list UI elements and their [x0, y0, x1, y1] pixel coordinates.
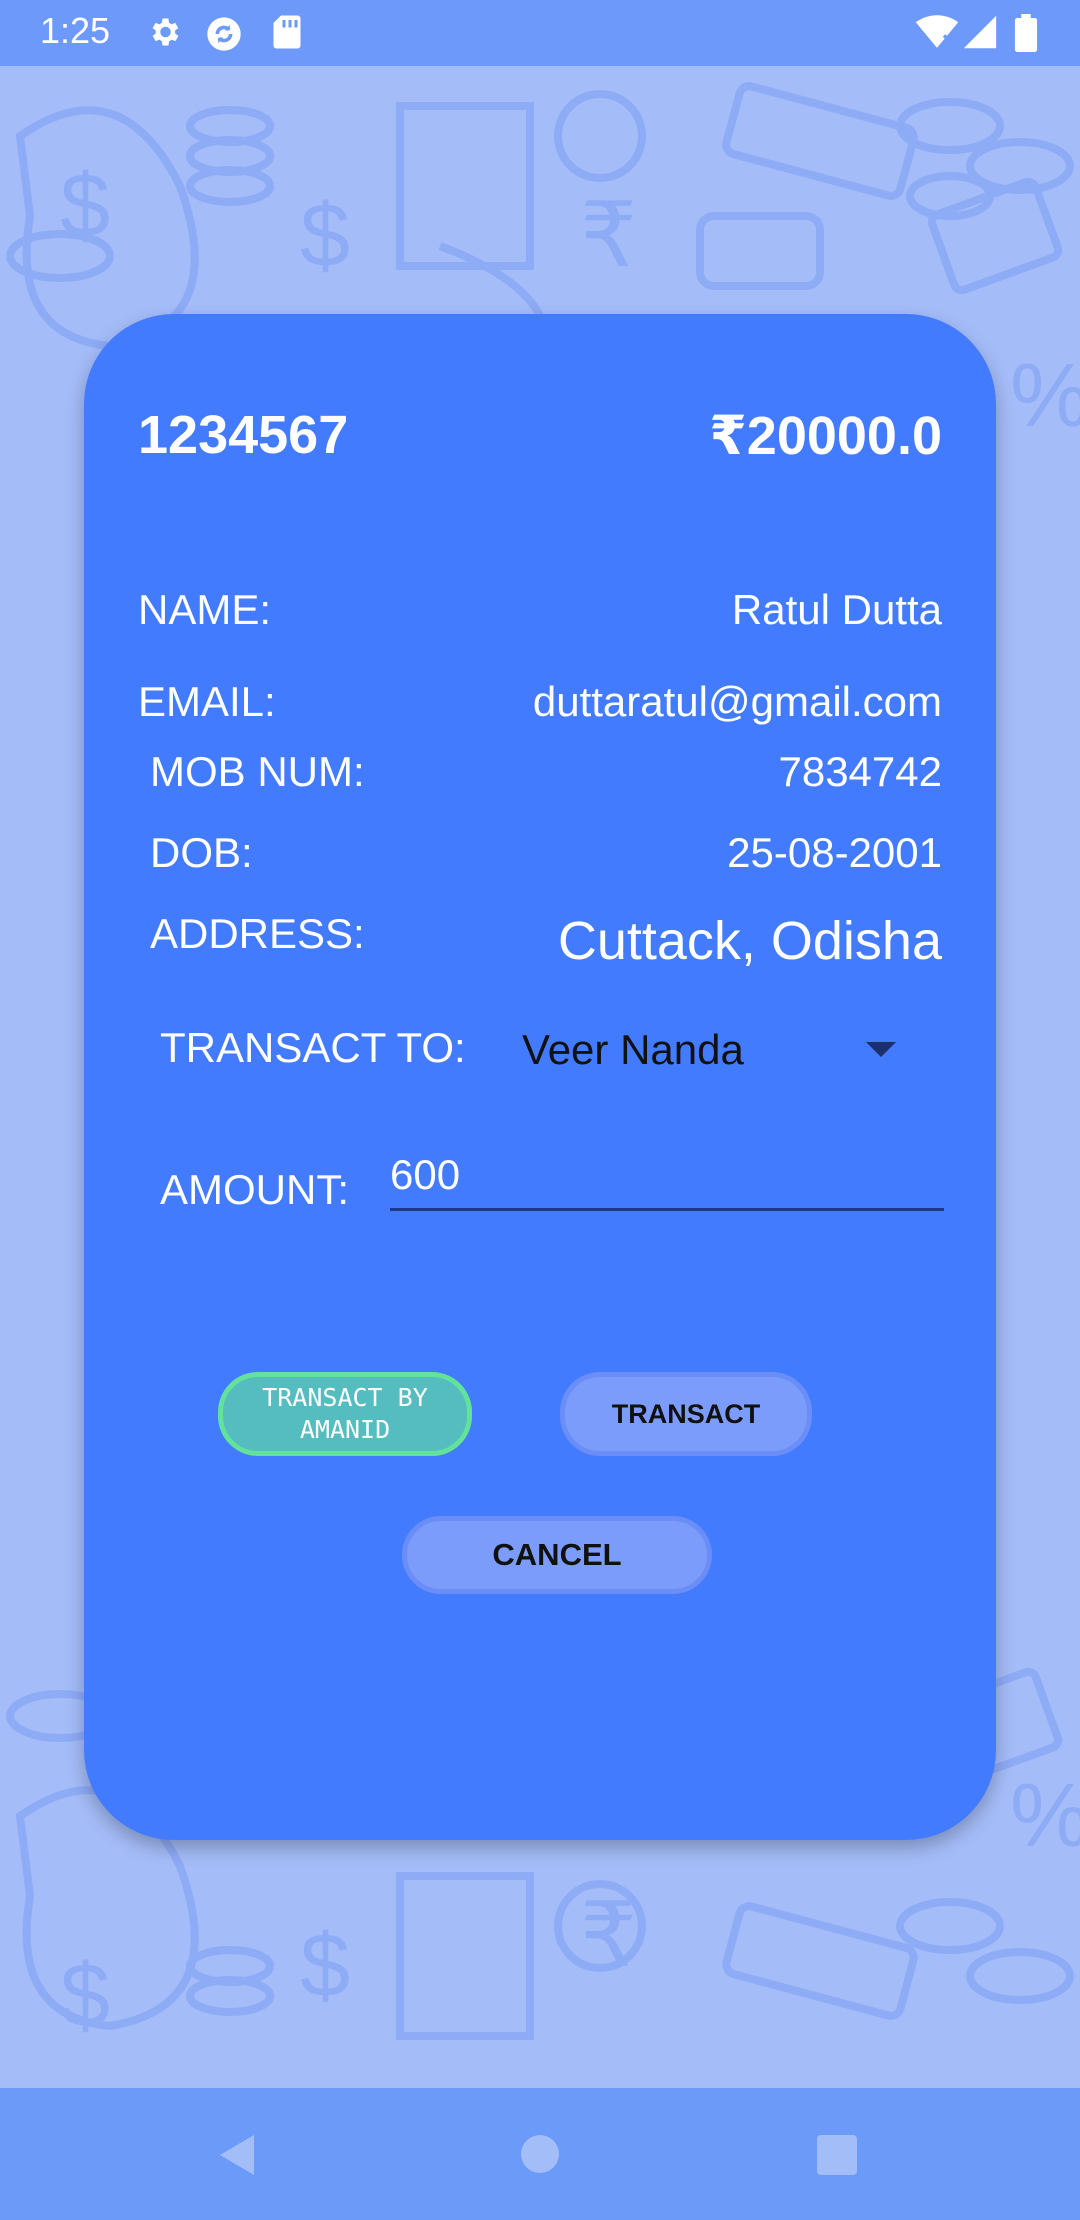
chevron-down-icon — [866, 1042, 896, 1057]
email-label: EMAIL: — [138, 678, 276, 725]
svg-text:₹: ₹ — [580, 1886, 637, 1986]
status-bar: 1:25 — [0, 0, 1080, 66]
svg-text:$: $ — [300, 186, 350, 286]
signal-icon — [963, 15, 997, 49]
mob-value: 7834742 — [778, 748, 942, 795]
name-value: Ratul Dutta — [731, 586, 942, 633]
dob-label: DOB: — [150, 829, 253, 876]
name-label: NAME: — [138, 586, 272, 633]
account-card: 1234567 ₹20000.0 NAME: Ratul Dutta EMAIL… — [84, 314, 996, 1840]
recipient-dropdown[interactable]: Veer Nanda — [514, 1014, 914, 1084]
navigation-bar — [0, 2088, 1080, 2220]
svg-text:₹: ₹ — [580, 186, 637, 286]
wifi-icon — [915, 15, 959, 48]
transact-button[interactable]: TRANSACT — [560, 1372, 812, 1456]
sd-card-icon — [273, 15, 301, 49]
amount-label: AMOUNT: — [160, 1166, 349, 1213]
transact-by-amanid-button[interactable]: TRANSACT BY AMANID — [218, 1372, 472, 1456]
cancel-button[interactable]: CANCEL — [402, 1516, 712, 1594]
svg-text:$: $ — [300, 1916, 350, 2016]
email-value: duttaratul@gmail.com — [532, 678, 942, 725]
home-icon[interactable] — [520, 2134, 560, 2174]
amount-input[interactable] — [390, 1142, 944, 1211]
account-number: 1234567 — [138, 405, 349, 465]
back-icon[interactable] — [216, 2132, 256, 2178]
transact-to-label: TRANSACT TO: — [160, 1024, 466, 1071]
address-value: Cuttack, Odisha — [557, 911, 942, 971]
account-balance: ₹20000.0 — [709, 406, 942, 466]
svg-text:%: % — [1010, 1766, 1080, 1866]
mob-label: MOB NUM: — [150, 748, 365, 795]
svg-text:%: % — [1010, 346, 1080, 446]
svg-text:$: $ — [60, 1946, 110, 2046]
recipient-selected: Veer Nanda — [522, 1026, 744, 1073]
gear-icon — [152, 18, 179, 46]
battery-icon — [1014, 14, 1038, 52]
sync-icon — [207, 17, 241, 51]
svg-text:$: $ — [60, 156, 110, 256]
status-time: 1:25 — [40, 10, 111, 51]
dob-value: 25-08-2001 — [727, 829, 942, 876]
address-label: ADDRESS: — [150, 910, 365, 957]
recents-icon[interactable] — [816, 2134, 858, 2176]
